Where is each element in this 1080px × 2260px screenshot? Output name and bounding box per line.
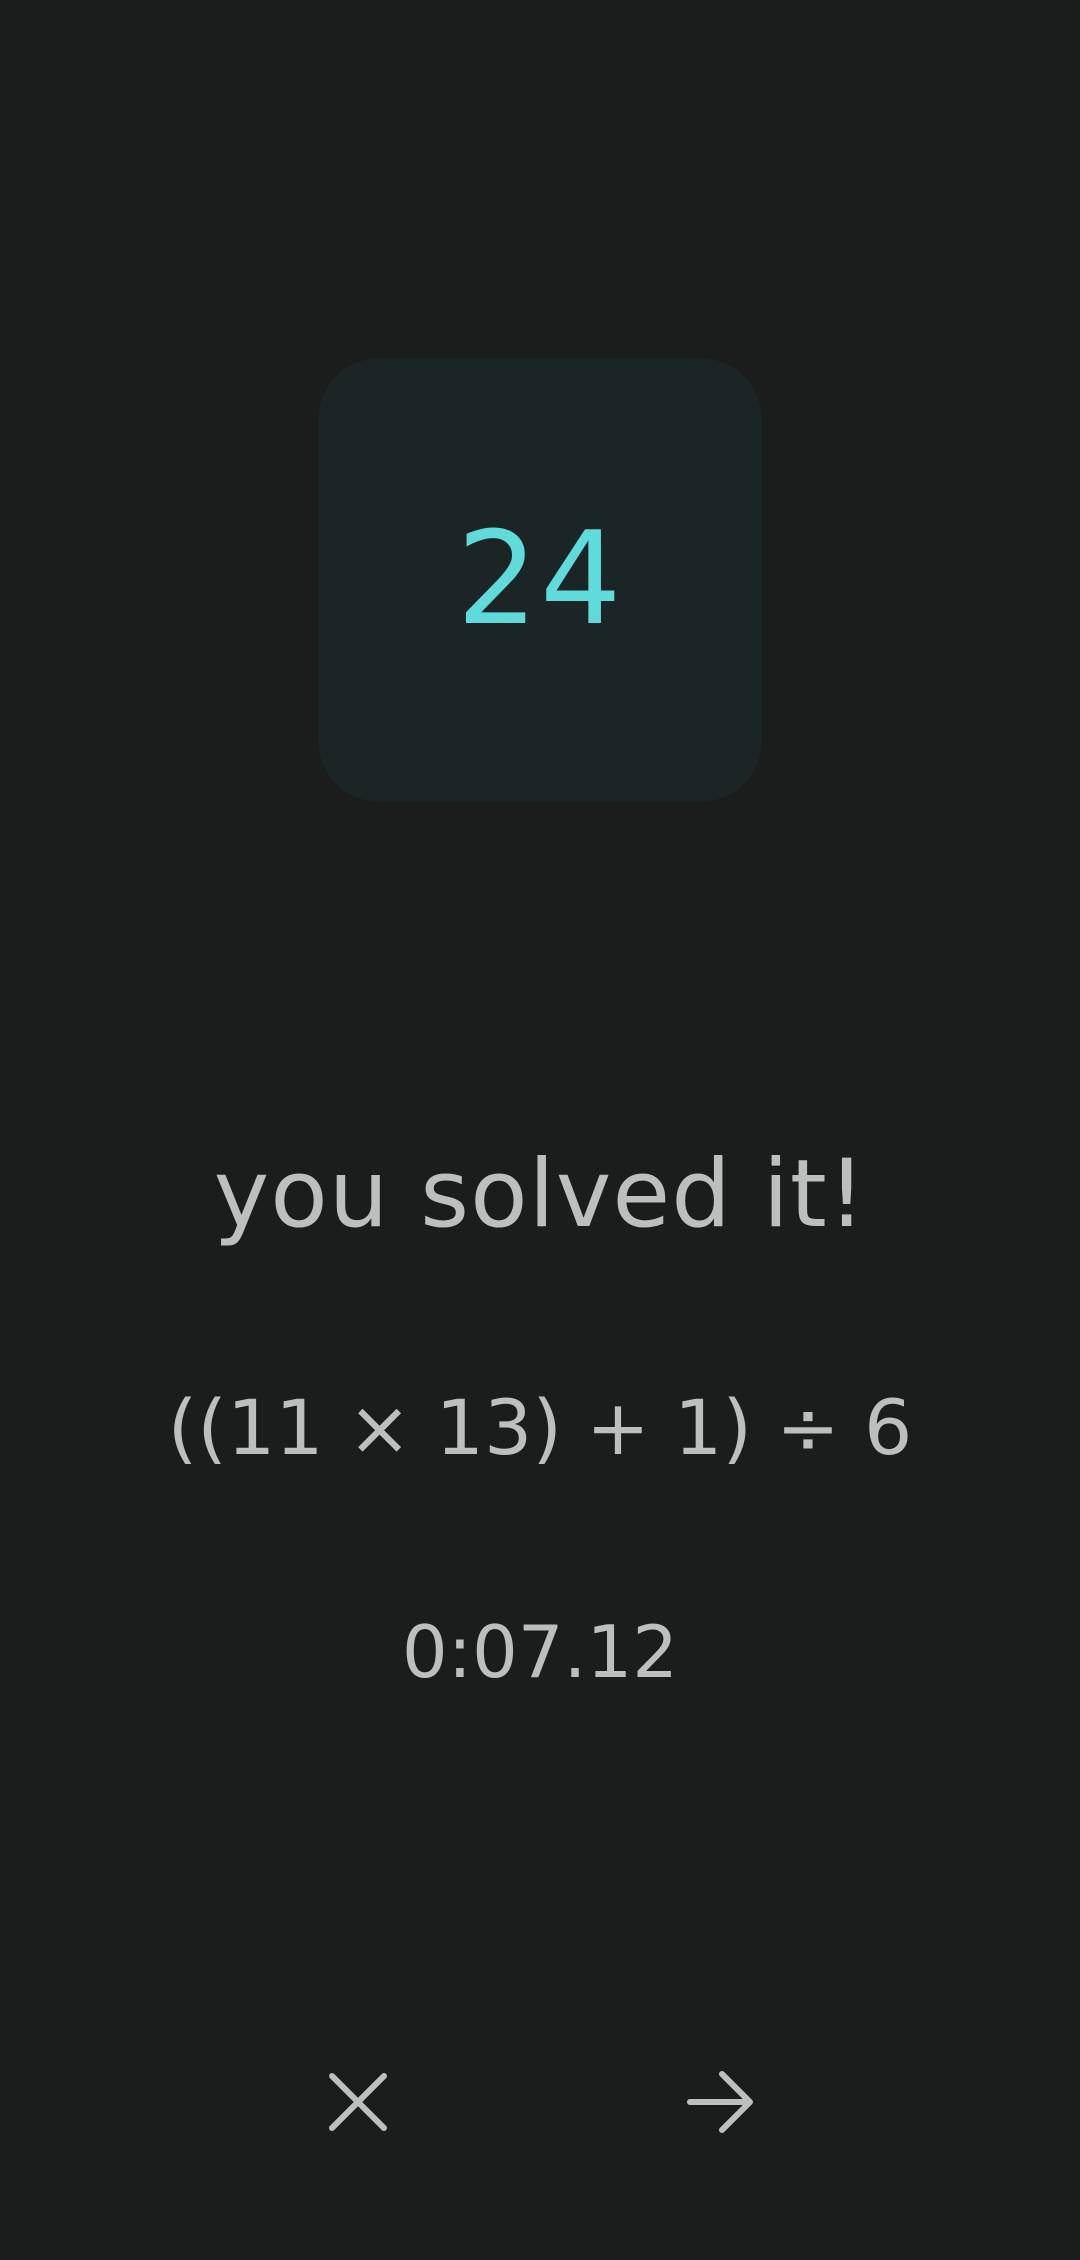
solved-message: you solved it! (213, 1140, 867, 1249)
solution-expression: ((11 × 13) + 1) ÷ 6 (167, 1383, 913, 1472)
next-button[interactable] (660, 2042, 780, 2162)
close-icon (329, 2073, 387, 2131)
target-number: 24 (456, 505, 624, 654)
arrow-right-icon (687, 2071, 753, 2133)
target-tile: 24 (318, 358, 762, 802)
elapsed-time: 0:07.12 (401, 1610, 679, 1694)
close-button[interactable] (298, 2042, 418, 2162)
